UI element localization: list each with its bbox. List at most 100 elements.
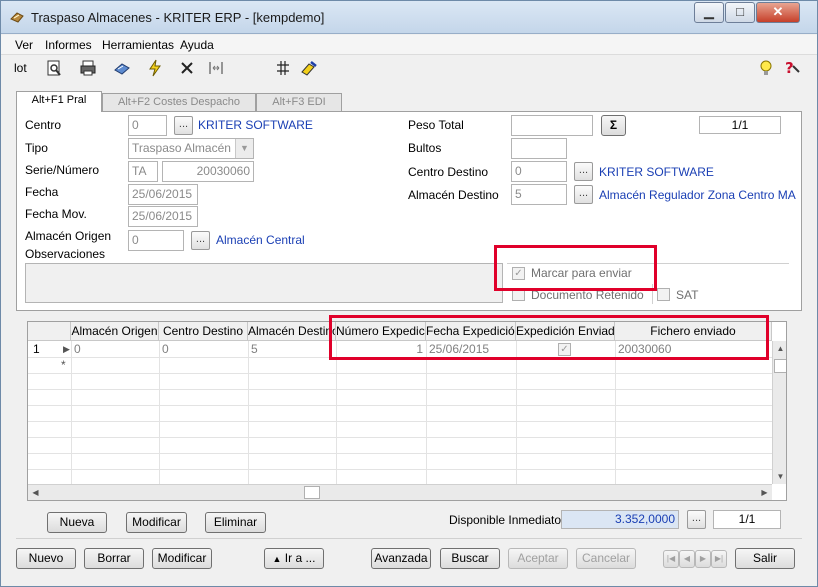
tools-icon[interactable] bbox=[299, 58, 319, 78]
almacen-origen-name: Almacén Central bbox=[216, 233, 305, 247]
close-button[interactable]: ✕ bbox=[756, 2, 800, 23]
cell-centro-destino[interactable]: 0 bbox=[159, 342, 172, 358]
tab-principal[interactable]: Alt+F1 Pral bbox=[16, 91, 102, 112]
borrar-button[interactable]: Borrar bbox=[84, 548, 144, 569]
ir-a-label: Ir a ... bbox=[284, 551, 316, 565]
grid-vertical-scrollbar[interactable]: ▲ ▼ bbox=[772, 341, 786, 484]
modificar-button[interactable]: Modificar bbox=[152, 548, 212, 569]
col-almacen-destino[interactable]: Almacén Destino bbox=[248, 322, 336, 341]
peso-total-input[interactable] bbox=[511, 115, 593, 136]
app-window: Traspaso Almacenes - KRITER ERP - [kempd… bbox=[0, 0, 818, 587]
highlight-marcar-para-enviar bbox=[494, 245, 657, 291]
fecha-label: Fecha bbox=[25, 185, 59, 199]
app-logo-icon bbox=[10, 12, 24, 23]
tab-costes-despacho[interactable]: Alt+F2 Costes Despacho bbox=[102, 93, 256, 112]
title-bar: Traspaso Almacenes - KRITER ERP - [kempd… bbox=[1, 1, 817, 34]
new-row-asterisk-icon: * bbox=[61, 358, 66, 372]
next-record-icon[interactable]: ▶ bbox=[695, 550, 711, 568]
avanzada-button[interactable]: Avanzada bbox=[371, 548, 431, 569]
serie-input[interactable]: TA bbox=[128, 161, 158, 182]
nuevo-button[interactable]: Nuevo bbox=[16, 548, 76, 569]
centro-destino-input[interactable]: 0 bbox=[511, 161, 567, 182]
last-record-icon[interactable]: ▶| bbox=[711, 550, 727, 568]
disponible-inmediato-label: Disponible Inmediato bbox=[449, 513, 562, 527]
first-record-icon[interactable]: |◀ bbox=[663, 550, 679, 568]
scroll-left-icon[interactable]: ◀ bbox=[28, 485, 43, 500]
grid-toggle-icon[interactable] bbox=[275, 58, 291, 78]
minimize-button[interactable]: ▁ bbox=[694, 2, 724, 23]
menu-informes[interactable]: Informes bbox=[45, 38, 92, 52]
centro-lookup-button[interactable]: ... bbox=[174, 116, 193, 135]
col-almacen-origen[interactable]: Almacén Origen bbox=[71, 322, 159, 341]
cell-almacen-destino[interactable]: 5 bbox=[248, 342, 261, 358]
centro-destino-lookup-button[interactable]: ... bbox=[574, 162, 593, 181]
print-preview-icon[interactable] bbox=[45, 58, 63, 78]
up-arrow-icon: ▲ bbox=[272, 554, 282, 564]
grid-horizontal-scrollbar[interactable]: ◀ ▶ bbox=[28, 484, 772, 500]
toolbar: lot ? bbox=[1, 56, 817, 80]
centro-destino-name: KRITER SOFTWARE bbox=[599, 165, 714, 179]
grid-line bbox=[28, 437, 772, 438]
prev-record-icon[interactable]: ◀ bbox=[679, 550, 695, 568]
fecha-mov-input[interactable]: 25/06/2015 bbox=[128, 206, 198, 227]
highlight-expedicion-columns bbox=[329, 315, 769, 360]
col-centro-destino[interactable]: Centro Destino bbox=[159, 322, 248, 341]
menu-ayuda[interactable]: Ayuda bbox=[180, 38, 214, 52]
print-icon[interactable] bbox=[79, 58, 97, 78]
grid-line bbox=[28, 453, 772, 454]
ir-a-button[interactable]: ▲ Ir a ... bbox=[264, 548, 324, 569]
page-indicator: 1/1 bbox=[699, 116, 781, 134]
help-icon[interactable]: ? bbox=[783, 58, 801, 78]
sat-label: SAT bbox=[676, 288, 699, 302]
almacen-destino-input[interactable]: 5 bbox=[511, 184, 567, 205]
tipo-select[interactable]: Traspaso Almacén ▼ bbox=[128, 138, 254, 159]
scroll-down-icon[interactable]: ▼ bbox=[774, 469, 786, 484]
scroll-up-icon[interactable]: ▲ bbox=[774, 341, 786, 356]
split-columns-icon[interactable] bbox=[207, 58, 225, 78]
grid-page-indicator: 1/1 bbox=[713, 510, 781, 529]
chevron-down-icon[interactable]: ▼ bbox=[235, 139, 253, 158]
disponible-lookup-button[interactable]: ... bbox=[687, 510, 706, 529]
export-icon[interactable] bbox=[113, 58, 131, 78]
almacen-origen-input[interactable]: 0 bbox=[128, 230, 184, 251]
fecha-input[interactable]: 25/06/2015 bbox=[128, 184, 198, 205]
bultos-input[interactable] bbox=[511, 138, 567, 159]
eliminar-button[interactable]: Eliminar bbox=[205, 512, 266, 533]
grid-line bbox=[71, 341, 72, 484]
lightbulb-icon[interactable] bbox=[758, 58, 774, 78]
grid-line bbox=[248, 341, 249, 484]
aceptar-button[interactable]: Aceptar bbox=[508, 548, 568, 569]
row-number: 1 bbox=[33, 342, 40, 356]
numero-input[interactable]: 20030060 bbox=[162, 161, 254, 182]
scroll-thumb-horizontal[interactable] bbox=[304, 486, 320, 499]
grid-modificar-button[interactable]: Modificar bbox=[126, 512, 187, 533]
almacen-destino-lookup-button[interactable]: ... bbox=[574, 185, 593, 204]
grid-line bbox=[159, 341, 160, 484]
grid-line bbox=[28, 469, 772, 470]
sat-checkbox[interactable] bbox=[657, 288, 670, 301]
sum-button[interactable]: Σ bbox=[601, 115, 626, 136]
nueva-button[interactable]: Nueva bbox=[47, 512, 107, 533]
scroll-right-icon[interactable]: ▶ bbox=[757, 485, 772, 500]
grid-line bbox=[28, 389, 772, 390]
cancelar-button[interactable]: Cancelar bbox=[576, 548, 636, 569]
grid-corner bbox=[28, 322, 71, 341]
almacen-origen-lookup-button[interactable]: ... bbox=[191, 231, 210, 250]
scroll-thumb-vertical[interactable] bbox=[774, 359, 786, 373]
fecha-mov-label: Fecha Mov. bbox=[25, 207, 87, 221]
tab-edi[interactable]: Alt+F3 EDI bbox=[256, 93, 342, 112]
centro-input[interactable]: 0 bbox=[128, 115, 167, 136]
salir-button[interactable]: Salir bbox=[735, 548, 795, 569]
maximize-button[interactable]: □ bbox=[725, 2, 755, 23]
delete-x-icon[interactable] bbox=[179, 58, 195, 78]
menu-herramientas[interactable]: Herramientas bbox=[102, 38, 174, 52]
buscar-button[interactable]: Buscar bbox=[440, 548, 500, 569]
cell-almacen-origen[interactable]: 0 bbox=[71, 342, 84, 358]
lightning-icon[interactable] bbox=[147, 58, 163, 78]
tipo-select-value: Traspaso Almacén bbox=[132, 141, 231, 155]
observaciones-textarea[interactable] bbox=[25, 263, 503, 303]
menu-ver[interactable]: Ver bbox=[15, 38, 33, 52]
lot-button[interactable]: lot bbox=[14, 58, 27, 78]
grid-line bbox=[28, 373, 772, 374]
grid-line bbox=[516, 341, 517, 484]
